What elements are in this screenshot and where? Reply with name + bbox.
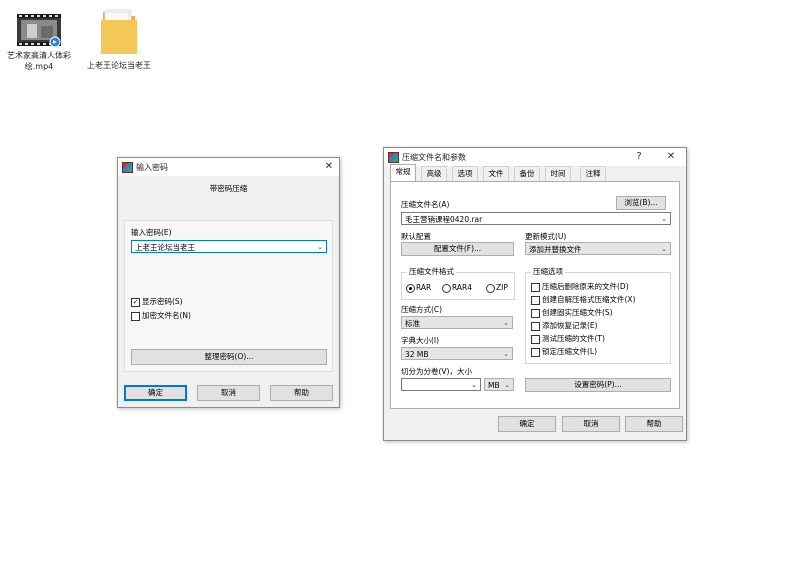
archive-format-group: 压缩文件格式 RAR RAR4 ZIP bbox=[401, 267, 515, 300]
archive-name-value: 毛王营销课程0420.rar bbox=[405, 215, 483, 224]
browse-button[interactable]: 浏览(B)... bbox=[616, 196, 666, 210]
general-tab-panel: 压缩文件名(A) 浏览(B)... 毛王营销课程0420.rar ⌄ 默认配置 … bbox=[390, 181, 680, 409]
winrar-icon bbox=[388, 152, 399, 163]
ok-button[interactable]: 确定 bbox=[124, 385, 187, 401]
compression-method-value: 标准 bbox=[405, 319, 420, 328]
option-delete-after-checkbox[interactable] bbox=[531, 283, 540, 292]
help-button[interactable]: 帮助 bbox=[625, 416, 683, 432]
tab-backup[interactable]: 备份 bbox=[514, 166, 540, 181]
dictionary-size-select[interactable]: 32 MB ⌄ bbox=[401, 347, 513, 360]
password-value: 上老王论坛当老王 bbox=[135, 243, 195, 252]
option-test-checkbox[interactable] bbox=[531, 335, 540, 344]
password-label: 输入密码(E) bbox=[131, 228, 172, 237]
dialog-title: 输入密码 bbox=[136, 163, 168, 172]
desktop-item-folder[interactable]: 上老王论坛当老王 bbox=[84, 6, 154, 71]
tab-options[interactable]: 选项 bbox=[452, 166, 478, 181]
archive-dialog-titlebar[interactable]: 压缩文件名和参数 ? ✕ bbox=[384, 148, 686, 166]
tab-general[interactable]: 常规 bbox=[390, 164, 416, 182]
split-size-input[interactable]: ⌄ bbox=[401, 378, 481, 391]
archive-name-input[interactable]: 毛王营销课程0420.rar ⌄ bbox=[401, 212, 671, 225]
split-unit-select[interactable]: MB ⌄ bbox=[484, 378, 514, 391]
default-profile-label: 默认配置 bbox=[401, 232, 431, 241]
ok-button[interactable]: 确定 bbox=[498, 416, 556, 432]
desktop-item-label: 艺术家高清人体彩绘.mp4 bbox=[7, 51, 71, 71]
tab-time[interactable]: 时间 bbox=[545, 166, 571, 181]
format-rar-radio[interactable] bbox=[406, 284, 415, 293]
dialog-heading: 带密码压缩 bbox=[209, 184, 248, 193]
video-thumbnail-icon bbox=[17, 12, 61, 48]
chevron-down-icon[interactable]: ⌄ bbox=[471, 379, 477, 392]
set-password-button[interactable]: 设置密码(P)... bbox=[525, 378, 671, 392]
help-button[interactable]: 帮助 bbox=[270, 385, 333, 401]
update-mode-label: 更新模式(U) bbox=[525, 232, 567, 241]
compression-method-label: 压缩方式(C) bbox=[401, 305, 443, 314]
archive-format-title: 压缩文件格式 bbox=[407, 267, 456, 277]
update-mode-value: 添加并替换文件 bbox=[529, 245, 582, 254]
cancel-button[interactable]: 取消 bbox=[197, 385, 260, 401]
archive-options-title: 压缩选项 bbox=[531, 267, 565, 277]
option-lock-label: 锁定压缩文件(L) bbox=[542, 347, 598, 356]
chevron-down-icon[interactable]: ⌄ bbox=[503, 317, 509, 330]
option-test-label: 测试压缩的文件(T) bbox=[542, 334, 605, 343]
option-sfx-label: 创建自解压格式压缩文件(X) bbox=[542, 295, 636, 304]
option-lock-checkbox[interactable] bbox=[531, 348, 540, 357]
close-icon[interactable]: ✕ bbox=[322, 160, 336, 174]
format-rar4-radio[interactable] bbox=[442, 284, 451, 293]
format-rar-label: RAR bbox=[416, 283, 432, 292]
dialog-title: 压缩文件名和参数 bbox=[402, 153, 466, 162]
split-unit-value: MB bbox=[488, 381, 500, 390]
show-password-checkbox[interactable]: ✓ bbox=[131, 298, 140, 307]
winrar-icon bbox=[122, 162, 133, 173]
dictionary-size-label: 字典大小(I) bbox=[401, 336, 440, 345]
password-panel: 输入密码(E) 上老王论坛当老王 ⌄ ✓ 显示密码(S) 加密文件名(N) 整理… bbox=[124, 220, 333, 372]
desktop-item-video[interactable]: 艺术家高清人体彩绘.mp4 bbox=[4, 12, 74, 72]
password-dialog: 输入密码 ✕ 带密码压缩 输入密码(E) 上老王论坛当老王 ⌄ ✓ 显示密码(S… bbox=[117, 157, 340, 408]
cancel-button[interactable]: 取消 bbox=[562, 416, 620, 432]
dictionary-size-value: 32 MB bbox=[405, 350, 429, 359]
split-volumes-label: 切分为分卷(V)，大小 bbox=[401, 367, 472, 376]
desktop-item-label: 上老王论坛当老王 bbox=[87, 61, 151, 70]
compression-method-select[interactable]: 标准 ⌄ bbox=[401, 316, 513, 329]
option-solid-label: 创建固实压缩文件(S) bbox=[542, 308, 613, 317]
chevron-down-icon[interactable]: ⌄ bbox=[661, 213, 667, 226]
password-input[interactable]: 上老王论坛当老王 ⌄ bbox=[131, 240, 327, 253]
tab-comment[interactable]: 注释 bbox=[580, 166, 606, 181]
organize-passwords-button[interactable]: 整理密码(O)... bbox=[131, 349, 327, 365]
option-solid-checkbox[interactable] bbox=[531, 309, 540, 318]
archive-name-label: 压缩文件名(A) bbox=[401, 200, 450, 209]
chevron-down-icon[interactable]: ⌄ bbox=[504, 379, 510, 392]
profiles-button[interactable]: 配置文件(F)... bbox=[401, 242, 514, 256]
archive-dialog: 压缩文件名和参数 ? ✕ 常规 高级 选项 文件 备份 时间 注释 压缩文件名(… bbox=[383, 147, 687, 441]
option-delete-after-label: 压缩后删除原来的文件(D) bbox=[542, 282, 629, 291]
show-password-label: 显示密码(S) bbox=[142, 297, 183, 306]
update-mode-select[interactable]: 添加并替换文件 ⌄ bbox=[525, 242, 671, 255]
folder-icon bbox=[97, 6, 141, 58]
format-rar4-label: RAR4 bbox=[452, 283, 473, 292]
format-zip-radio[interactable] bbox=[486, 284, 495, 293]
option-sfx-checkbox[interactable] bbox=[531, 296, 540, 305]
tab-files[interactable]: 文件 bbox=[483, 166, 509, 181]
chevron-down-icon[interactable]: ⌄ bbox=[503, 348, 509, 361]
format-zip-label: ZIP bbox=[496, 283, 508, 292]
help-icon[interactable]: ? bbox=[632, 150, 646, 164]
tab-advanced[interactable]: 高级 bbox=[421, 166, 447, 181]
close-icon[interactable]: ✕ bbox=[664, 150, 678, 164]
encrypt-filenames-checkbox[interactable] bbox=[131, 312, 140, 321]
option-recovery-label: 添加恢复记录(E) bbox=[542, 321, 598, 330]
chevron-down-icon[interactable]: ⌄ bbox=[661, 243, 667, 256]
password-dialog-titlebar[interactable]: 输入密码 ✕ bbox=[118, 158, 339, 176]
chevron-down-icon[interactable]: ⌄ bbox=[317, 241, 323, 254]
encrypt-filenames-label: 加密文件名(N) bbox=[142, 311, 191, 320]
archive-options-group: 压缩选项 压缩后删除原来的文件(D) 创建自解压格式压缩文件(X) 创建固实压缩… bbox=[525, 267, 671, 364]
option-recovery-checkbox[interactable] bbox=[531, 322, 540, 331]
